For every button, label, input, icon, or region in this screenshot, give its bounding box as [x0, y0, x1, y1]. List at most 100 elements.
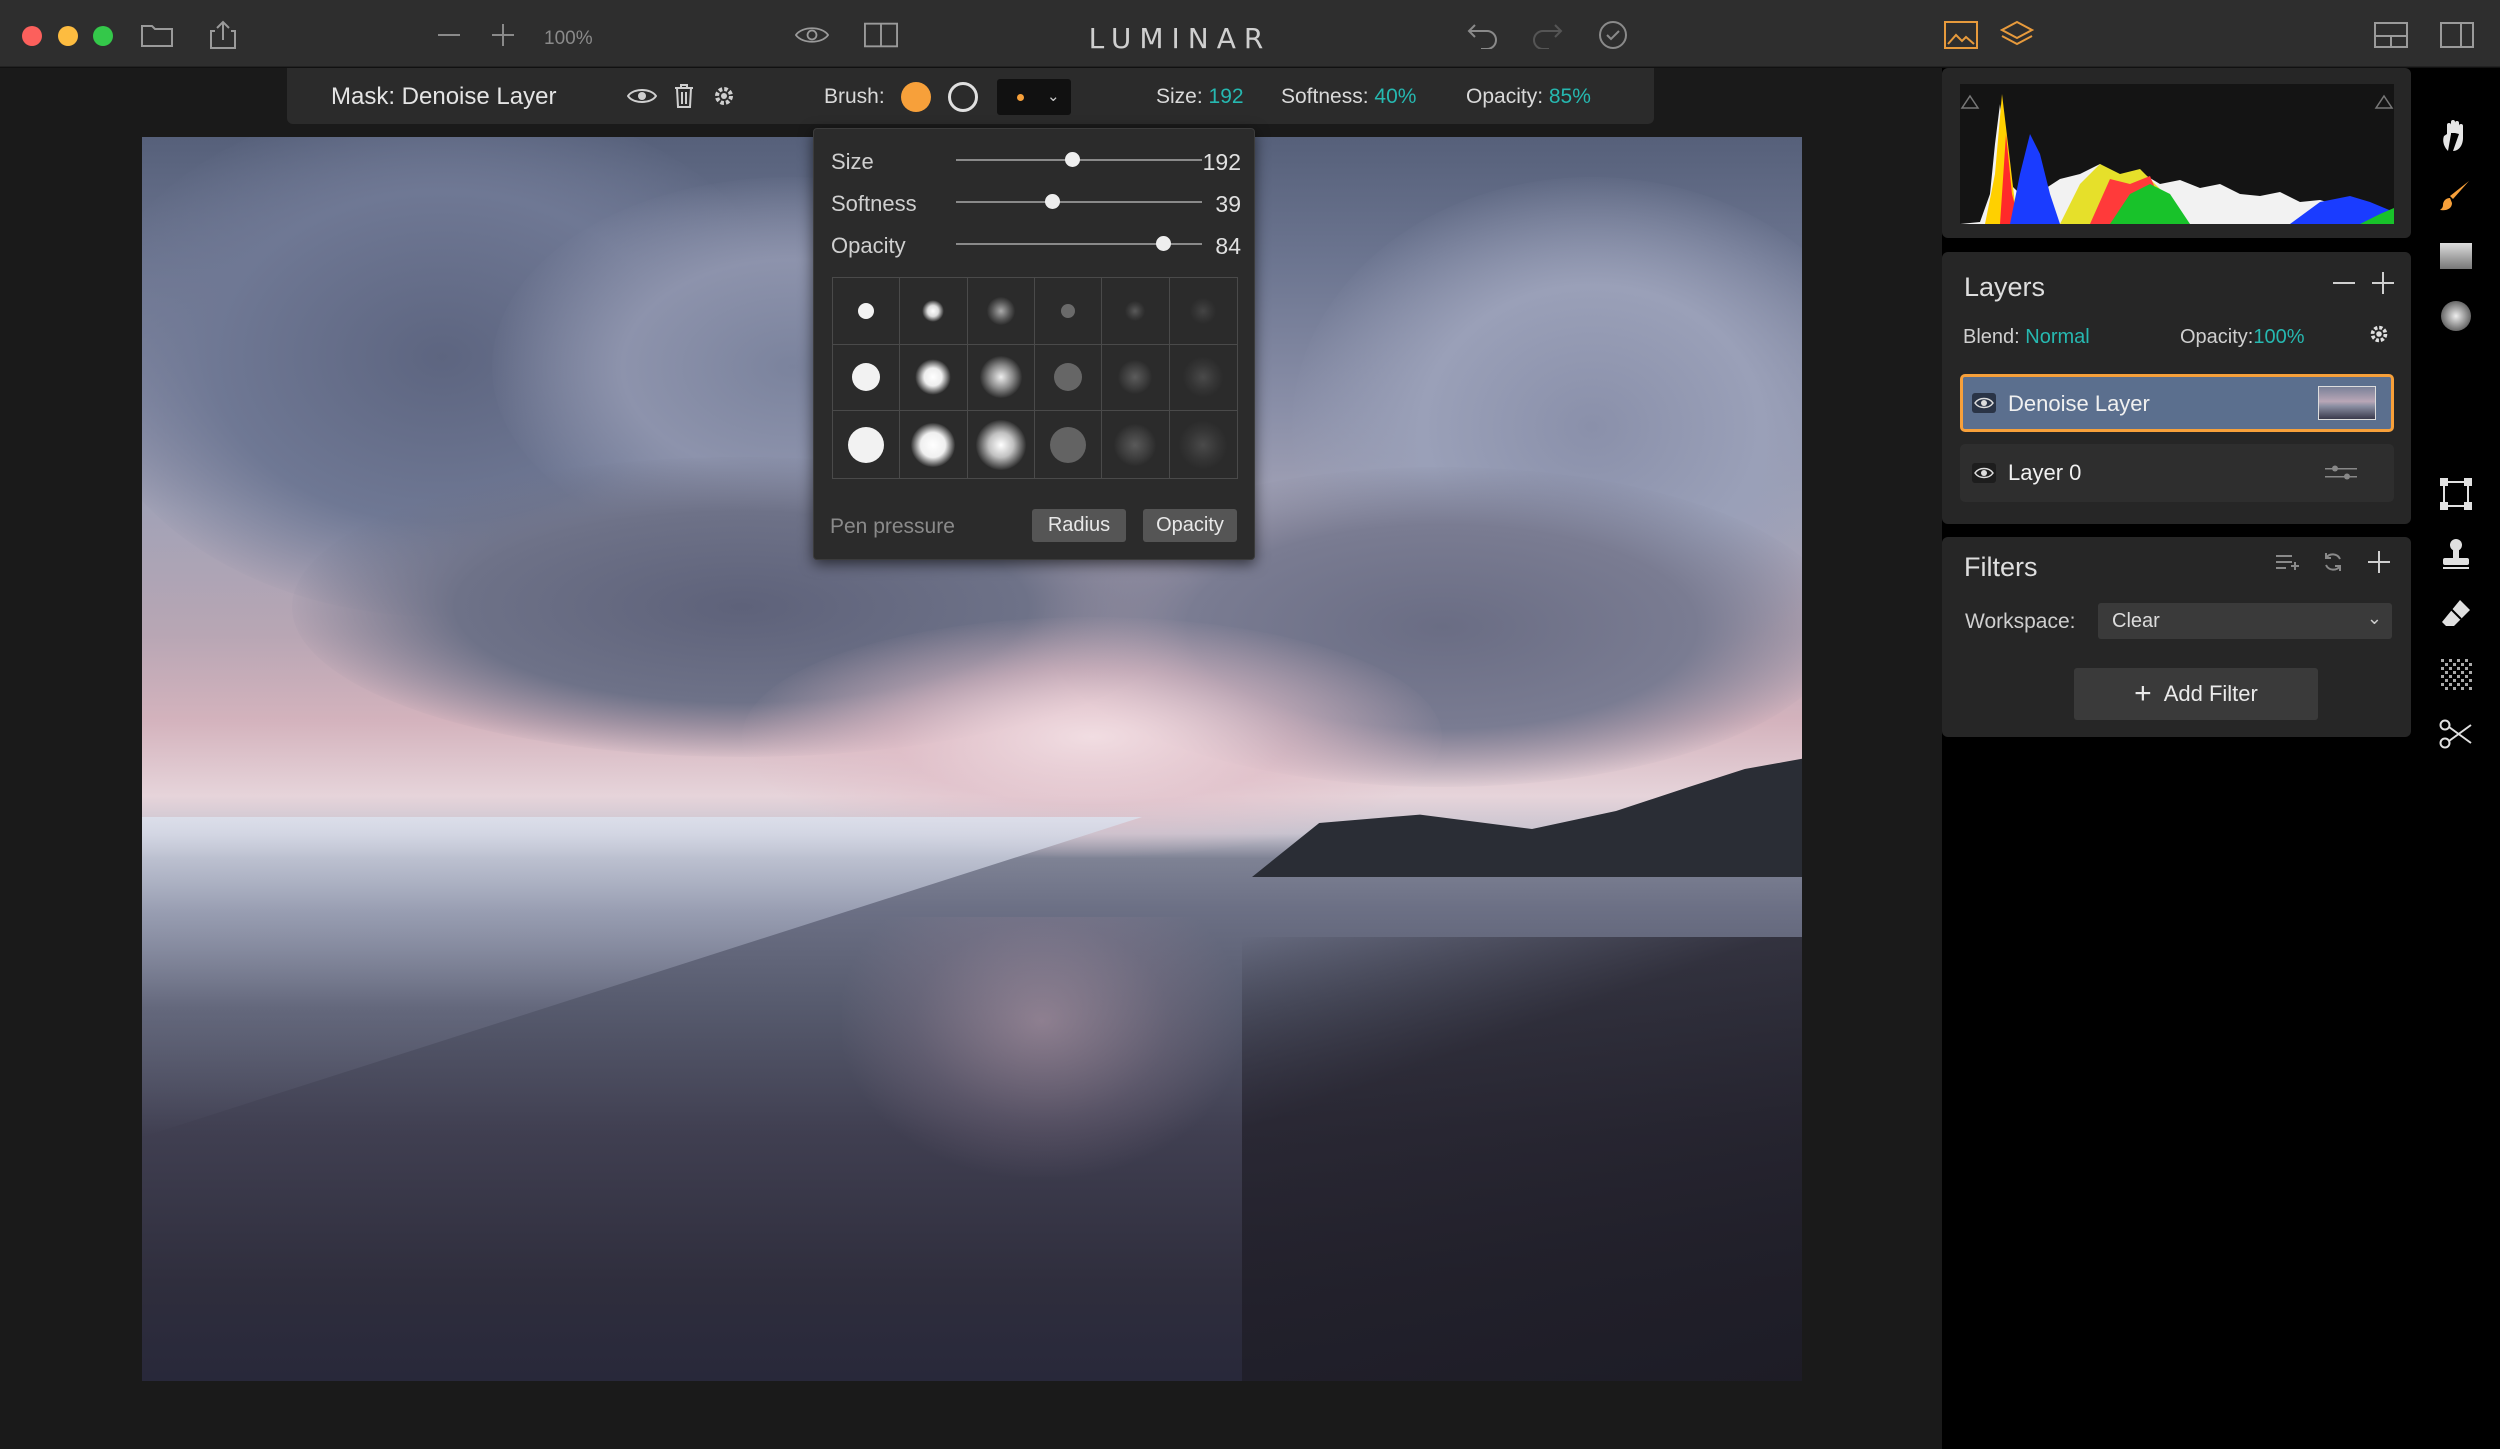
- layer-item-denoise[interactable]: Denoise Layer: [1960, 374, 2394, 432]
- minimize-window-button[interactable]: [58, 26, 78, 46]
- add-filter-plus-icon[interactable]: [2362, 545, 2396, 579]
- brush-preset[interactable]: [833, 344, 901, 412]
- pen-pressure-opacity-button[interactable]: Opacity: [1143, 509, 1237, 542]
- brush-preset[interactable]: [1035, 411, 1103, 478]
- adjustment-sliders-icon[interactable]: [2325, 464, 2357, 482]
- opacity-value: 85%: [1548, 85, 1591, 108]
- brush-preset-grid: [832, 277, 1238, 479]
- add-filter-button[interactable]: + Add Filter: [2074, 668, 2318, 720]
- histogram-panel: [1942, 68, 2411, 238]
- brush-preset[interactable]: [900, 278, 968, 345]
- slider-knob[interactable]: [1064, 152, 1080, 167]
- preview-eye-icon[interactable]: [795, 18, 829, 52]
- opacity-slider[interactable]: Opacity 84: [831, 229, 1241, 259]
- noise-texture-tool-icon[interactable]: [2436, 654, 2476, 694]
- image-panel-icon[interactable]: [1944, 18, 1978, 52]
- title-bar: 100% LUMINAR: [0, 0, 2500, 67]
- zoom-out-icon[interactable]: [432, 18, 466, 52]
- brush-preset-dot: [1017, 94, 1024, 101]
- layer-visibility-eye-icon[interactable]: [1972, 463, 1996, 483]
- clone-stamp-tool-icon[interactable]: [2436, 534, 2476, 574]
- chevron-down-icon: ⌄: [1047, 88, 1060, 105]
- brush-preset[interactable]: [900, 344, 968, 412]
- brush-preset[interactable]: [1169, 345, 1237, 412]
- filter-list-icon[interactable]: [2271, 545, 2305, 579]
- eraser-tool-icon[interactable]: [2436, 594, 2476, 634]
- layer-name: Denoise Layer: [2008, 391, 2150, 416]
- blend-mode[interactable]: Blend: Normal: [1963, 326, 2090, 349]
- slider-knob[interactable]: [1155, 236, 1171, 251]
- remove-layer-icon[interactable]: [2327, 266, 2361, 300]
- softness-label: Softness: 40%: [1281, 85, 1417, 108]
- brush-preset[interactable]: [1170, 411, 1237, 478]
- softness-value: 40%: [1374, 85, 1417, 108]
- hand-tool-icon[interactable]: [2436, 116, 2476, 156]
- brush-erase-mode-button[interactable]: [948, 82, 978, 112]
- layers-panel-icon[interactable]: [2000, 18, 2034, 52]
- size-label: Size: 192: [1156, 85, 1244, 108]
- layer-visibility-eye-icon[interactable]: [1972, 393, 1996, 413]
- share-icon[interactable]: [206, 18, 240, 52]
- transform-tool-icon[interactable]: [2436, 474, 2476, 514]
- brush-preset[interactable]: [900, 411, 968, 478]
- brush-preset[interactable]: [1169, 278, 1237, 345]
- trash-icon[interactable]: [667, 79, 701, 113]
- plus-icon: +: [2134, 677, 2152, 710]
- tools-column: [2412, 68, 2500, 1449]
- pen-pressure-label: Pen pressure: [830, 515, 955, 538]
- zoom-window-button[interactable]: [93, 26, 113, 46]
- zoom-in-icon[interactable]: [486, 18, 520, 52]
- brush-preset[interactable]: [967, 344, 1035, 412]
- mask-visibility-eye-icon[interactable]: [625, 79, 659, 113]
- slider-label: Size: [831, 149, 874, 174]
- layout-icon[interactable]: [2374, 18, 2408, 52]
- brush-preset[interactable]: [1102, 411, 1170, 478]
- softness-slider[interactable]: Softness 39: [831, 187, 1241, 217]
- brush-preset[interactable]: [833, 278, 901, 345]
- add-filter-label: Add Filter: [2163, 681, 2258, 706]
- brush-preset[interactable]: [1102, 344, 1170, 412]
- blend-value: Normal: [2025, 326, 2090, 348]
- brush-preset[interactable]: [833, 411, 901, 478]
- brush-preset-dropdown[interactable]: ⌄: [997, 79, 1071, 115]
- layers-title: Layers: [1964, 272, 2046, 302]
- pen-pressure-radius-button[interactable]: Radius: [1032, 509, 1126, 542]
- brush-paint-mode-button[interactable]: [901, 82, 931, 112]
- brush-tool-icon[interactable]: [2436, 176, 2476, 216]
- layer-name: Layer 0: [2008, 460, 2082, 485]
- gradient-mask-tool-icon[interactable]: [2436, 236, 2476, 276]
- mask-title: Mask: Denoise Layer: [331, 83, 557, 110]
- slider-value: 192: [1202, 149, 1241, 175]
- settings-gear-icon[interactable]: [707, 79, 741, 113]
- history-check-icon[interactable]: [1596, 18, 1630, 52]
- zoom-level[interactable]: 100%: [544, 28, 593, 50]
- refresh-icon[interactable]: [2316, 545, 2350, 579]
- dark-sand: [1242, 937, 1802, 1381]
- undo-icon[interactable]: [1466, 18, 1500, 52]
- workspace-dropdown[interactable]: Clear ⌄: [2098, 603, 2392, 639]
- close-window-button[interactable]: [22, 26, 42, 46]
- add-layer-icon[interactable]: [2366, 266, 2400, 300]
- brush-preset[interactable]: [1035, 344, 1103, 412]
- brush-preset[interactable]: [967, 278, 1035, 345]
- filters-panel: Filters Workspace: Clear ⌄ + Add Filter: [1942, 537, 2411, 737]
- redo-icon[interactable]: [1530, 18, 1564, 52]
- layers-panel: Layers Blend: Normal Opacity:100% Denois…: [1942, 252, 2411, 524]
- compare-split-icon[interactable]: [864, 18, 898, 52]
- folder-icon[interactable]: [140, 18, 174, 52]
- layer-settings-gear-icon[interactable]: [2362, 317, 2396, 351]
- layer-item-layer-0[interactable]: Layer 0: [1960, 444, 2394, 502]
- filters-title: Filters: [1964, 552, 2038, 582]
- slider-knob[interactable]: [1044, 194, 1060, 209]
- radial-mask-tool-icon[interactable]: [2436, 296, 2476, 336]
- crop-scissors-tool-icon[interactable]: [2436, 714, 2476, 754]
- size-slider[interactable]: Size 192: [831, 145, 1241, 175]
- brush-preset[interactable]: [1035, 278, 1103, 345]
- slider-track[interactable]: [956, 201, 1202, 203]
- sidebar-toggle-icon[interactable]: [2440, 18, 2474, 52]
- brush-label: Brush:: [824, 85, 885, 108]
- brush-preset[interactable]: [1102, 278, 1170, 345]
- layer-opacity[interactable]: Opacity:100%: [2180, 326, 2305, 349]
- brush-preset[interactable]: [968, 411, 1035, 478]
- app-title: LUMINAR: [1088, 22, 1272, 55]
